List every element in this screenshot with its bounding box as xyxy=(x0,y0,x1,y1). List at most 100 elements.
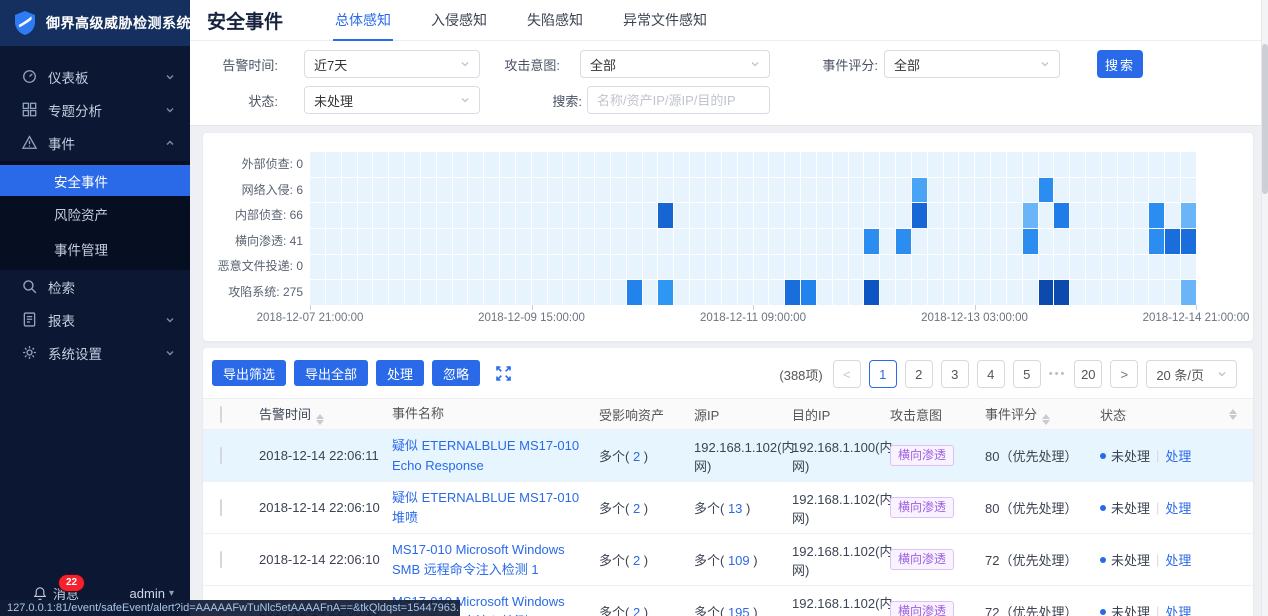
heatmap-cell[interactable] xyxy=(1165,203,1180,228)
heatmap-cell[interactable] xyxy=(674,229,689,254)
heatmap-cell[interactable] xyxy=(912,280,927,305)
source-ip-count-link[interactable]: 13 xyxy=(728,501,742,516)
heatmap-cell[interactable] xyxy=(864,178,879,203)
heatmap-cell[interactable] xyxy=(500,152,515,177)
heatmap-cell[interactable] xyxy=(849,229,864,254)
heatmap-cell[interactable] xyxy=(769,255,784,280)
heatmap-cell[interactable] xyxy=(468,229,483,254)
heatmap-cell[interactable] xyxy=(1118,280,1133,305)
heatmap-cell[interactable] xyxy=(595,203,610,228)
heatmap-cell[interactable] xyxy=(1039,203,1054,228)
heatmap-cell[interactable] xyxy=(627,203,642,228)
heatmap-cell[interactable] xyxy=(453,255,468,280)
source-ip-count-link[interactable]: 195 xyxy=(728,605,750,616)
heatmap-cell[interactable] xyxy=(849,255,864,280)
heatmap-cell[interactable] xyxy=(658,280,673,305)
heatmap-cell[interactable] xyxy=(1181,203,1196,228)
heatmap-cell[interactable] xyxy=(611,280,626,305)
heatmap-cell[interactable] xyxy=(738,203,753,228)
heatmap-cell[interactable] xyxy=(468,152,483,177)
sidebar-subitem-2[interactable]: 事件管理 xyxy=(0,231,190,266)
heatmap-cell[interactable] xyxy=(437,255,452,280)
heatmap-cell[interactable] xyxy=(1023,255,1038,280)
heatmap-cell[interactable] xyxy=(579,255,594,280)
heatmap-cell[interactable] xyxy=(389,203,404,228)
heatmap-cell[interactable] xyxy=(1181,255,1196,280)
heatmap-cell[interactable] xyxy=(849,152,864,177)
heatmap-cell[interactable] xyxy=(421,152,436,177)
sidebar-subitem-0[interactable]: 安全事件 xyxy=(0,165,190,196)
heatmap-cell[interactable] xyxy=(896,280,911,305)
heatmap-cell[interactable] xyxy=(373,203,388,228)
heatmap-cell[interactable] xyxy=(912,178,927,203)
heatmap-cell[interactable] xyxy=(421,229,436,254)
heatmap-cell[interactable] xyxy=(944,152,959,177)
sidebar-subitem-1[interactable]: 风险资产 xyxy=(0,196,190,231)
heatmap-cell[interactable] xyxy=(1165,229,1180,254)
heatmap-cell[interactable] xyxy=(849,203,864,228)
table-row[interactable]: 2018-12-14 22:06:11疑似 ETERNALBLUE MS17-0… xyxy=(203,430,1253,482)
heatmap-cell[interactable] xyxy=(421,255,436,280)
heatmap-cell[interactable] xyxy=(548,280,563,305)
heatmap-cell[interactable] xyxy=(754,152,769,177)
heatmap-cell[interactable] xyxy=(769,203,784,228)
heatmap-cell[interactable] xyxy=(1007,178,1022,203)
heatmap-cell[interactable] xyxy=(674,280,689,305)
heatmap-cell[interactable] xyxy=(785,203,800,228)
table-row[interactable]: 2018-12-14 22:06:10疑似 ETERNALBLUE MS17-0… xyxy=(203,482,1253,534)
heatmap-cell[interactable] xyxy=(785,178,800,203)
page-size-select[interactable]: 20 条/页 xyxy=(1146,360,1237,388)
heatmap-cell[interactable] xyxy=(516,152,531,177)
heatmap-cell[interactable] xyxy=(484,280,499,305)
heatmap-cell[interactable] xyxy=(1070,229,1085,254)
heatmap-cell[interactable] xyxy=(1149,280,1164,305)
heatmap-cell[interactable] xyxy=(991,280,1006,305)
heatmap-cell[interactable] xyxy=(1086,255,1101,280)
event-name-link[interactable]: 疑似 ETERNALBLUE MS17-010 堆喷 xyxy=(392,490,579,525)
tab-3[interactable]: 异常文件感知 xyxy=(621,0,709,41)
handle-link[interactable]: 处理 xyxy=(1165,498,1191,517)
heatmap-cell[interactable] xyxy=(754,203,769,228)
heatmap-cell[interactable] xyxy=(611,203,626,228)
attack-intent-select[interactable]: 全部 xyxy=(580,50,770,78)
heatmap-cell[interactable] xyxy=(1007,152,1022,177)
heatmap-cell[interactable] xyxy=(1023,178,1038,203)
heatmap-cell[interactable] xyxy=(1023,280,1038,305)
heatmap-cell[interactable] xyxy=(405,203,420,228)
heatmap-cell[interactable] xyxy=(706,255,721,280)
heatmap-cell[interactable] xyxy=(975,203,990,228)
heatmap-cell[interactable] xyxy=(1054,255,1069,280)
export-all-button[interactable]: 导出全部 xyxy=(294,360,368,386)
heatmap-cell[interactable] xyxy=(769,229,784,254)
heatmap-cell[interactable] xyxy=(959,229,974,254)
heatmap-cell[interactable] xyxy=(326,178,341,203)
heatmap-cell[interactable] xyxy=(801,178,816,203)
heatmap-cell[interactable] xyxy=(468,280,483,305)
heatmap-cell[interactable] xyxy=(342,203,357,228)
heatmap-cell[interactable] xyxy=(579,178,594,203)
heatmap-cell[interactable] xyxy=(959,178,974,203)
heatmap-cell[interactable] xyxy=(706,152,721,177)
heatmap-cell[interactable] xyxy=(1023,152,1038,177)
heatmap-cell[interactable] xyxy=(310,203,325,228)
heatmap-cell[interactable] xyxy=(342,229,357,254)
heatmap-cell[interactable] xyxy=(453,280,468,305)
keyword-search-input[interactable] xyxy=(587,86,770,114)
heatmap-cell[interactable] xyxy=(880,229,895,254)
heatmap-cell[interactable] xyxy=(389,152,404,177)
heatmap-cell[interactable] xyxy=(674,203,689,228)
heatmap-cell[interactable] xyxy=(532,203,547,228)
heatmap-cell[interactable] xyxy=(405,178,420,203)
heatmap-cell[interactable] xyxy=(516,229,531,254)
heatmap-cell[interactable] xyxy=(405,255,420,280)
heatmap-cell[interactable] xyxy=(833,229,848,254)
heatmap-cell[interactable] xyxy=(1039,229,1054,254)
heatmap-cell[interactable] xyxy=(975,152,990,177)
heatmap-cell[interactable] xyxy=(1165,178,1180,203)
heatmap-cell[interactable] xyxy=(658,178,673,203)
heatmap-cell[interactable] xyxy=(928,229,943,254)
heatmap-cell[interactable] xyxy=(516,280,531,305)
heatmap-cell[interactable] xyxy=(785,280,800,305)
heatmap-cell[interactable] xyxy=(880,255,895,280)
sidebar-item-4[interactable]: 报表 xyxy=(0,303,190,336)
